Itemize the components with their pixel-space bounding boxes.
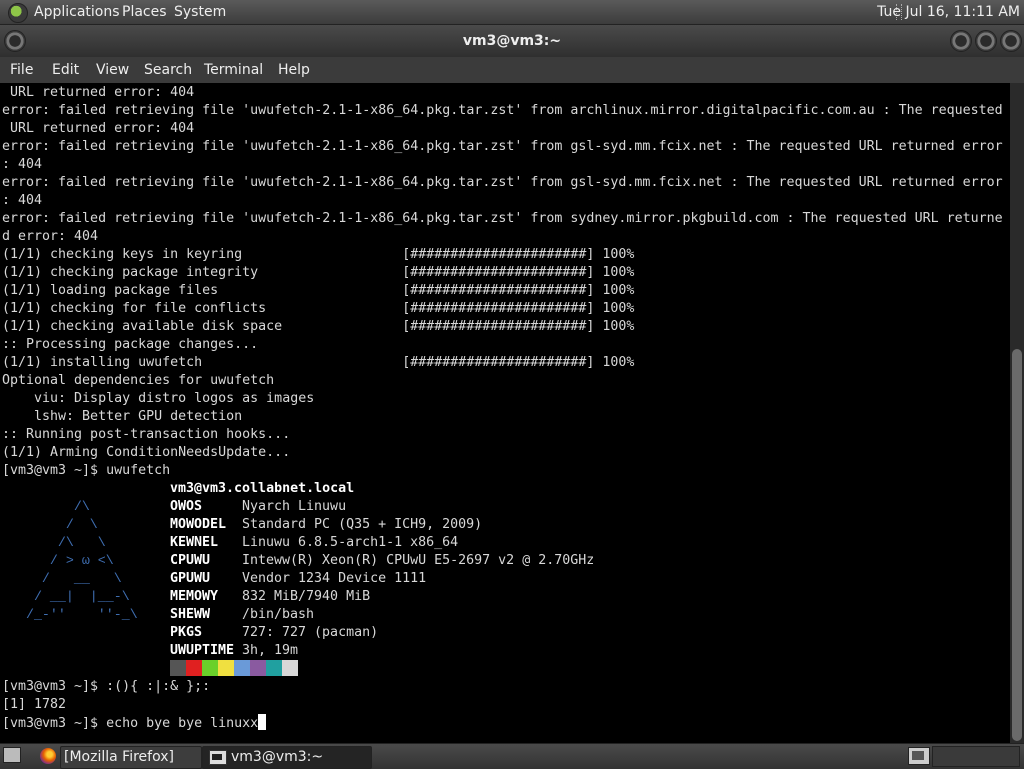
fetch-key: OWOS [170,499,203,514]
firefox-icon[interactable] [40,748,56,764]
fetch-key: GPUWU [170,571,211,586]
fetch-row: MEMOWY 832 MiB/7940 MiB [170,588,370,606]
terminal-line: (1/1) installing uwufetch [#############… [2,355,635,370]
fetch-key: MEMOWY [170,589,219,604]
fetch-row: CPUWU Inteww(R) Xeon(R) CPUwU E5-2697 v2 … [170,552,594,570]
terminal-line: (1/1) checking available disk space [###… [2,319,635,334]
terminal-line: d error: 404 [2,229,99,244]
terminal-menubar: File Edit View Search Terminal Help [0,57,1024,83]
workspace-switcher[interactable] [932,746,1020,767]
text-cursor [258,714,267,730]
terminal-line: (1/1) loading package files [###########… [2,283,635,298]
scrollbar-thumb[interactable] [1012,349,1022,741]
fetch-row: OWOS Nyarch Linuwu [170,498,346,516]
fetch-key: SHEWW [170,607,211,622]
terminal-line: (1/1) checking package integrity [######… [2,265,635,280]
terminal-line: viu: Display distro logos as images [2,391,315,406]
terminal-prompt-line[interactable]: [vm3@vm3 ~]$ echo bye bye linuxx [2,714,267,732]
task-label: vm3@vm3:~ [231,749,324,765]
terminal-after-lines: [vm3@vm3 ~]$ :(){ :|:& };: [1] 1782 [vm3… [2,678,267,732]
terminal-line: (1/1) checking for file conflicts [#####… [2,301,635,316]
prompt-text: [vm3@vm3 ~]$ echo bye bye linuxx [2,716,259,731]
fetch-key: MOWODEL [170,517,227,532]
menu-edit[interactable]: Edit [52,62,79,78]
fetch-header: vm3@vm3.collabnet.local [170,481,355,496]
terminal-line: : 404 [2,157,43,172]
palette-swatch [234,660,250,676]
fetch-key: KEWNEL [170,535,219,550]
palette-swatch [282,660,298,676]
terminal-line: (1/1) checking keys in keyring [########… [2,247,635,262]
bottom-panel: [Mozilla Firefox] vm3@vm3:~ [0,743,1024,769]
fetch-row: SHEWW/bin/bash [170,606,314,624]
fetch-key: CPUWU [170,553,211,568]
terminal-line: Optional dependencies for uwufetch [2,373,275,388]
terminal-line: :: Processing package changes... [2,337,259,352]
fetch-value: Nyarch Linuwu [242,499,347,514]
ascii-logo: /\ / \ /\ \ / > ω <\ / __ \ / __| |__-\ … [25,499,138,622]
palette-swatch [170,660,186,676]
terminal-line: error: failed retrieving file 'uwufetch-… [2,103,1003,118]
window-titlebar[interactable]: vm3@vm3:~ [0,25,1024,57]
fetch-value: Vendor 1234 Device 1111 [242,571,427,586]
fetch-row: UWUPTIME 3h, 19m [170,642,298,660]
palette-swatch [250,660,266,676]
minimize-icon[interactable] [950,30,972,52]
window-title: vm3@vm3:~ [462,33,562,49]
fetch-key: UWUPTIME [170,643,235,658]
show-desktop-icon[interactable] [3,747,21,763]
maximize-icon[interactable] [975,30,997,52]
terminal-output[interactable]: URL returned error: 404 error: failed ret… [0,83,1010,743]
menu-view[interactable]: View [96,62,129,78]
top-panel: Applications Places System Tue Jul 16, 1… [0,0,1024,25]
fetch-row: KEWNEL Linuwu 6.8.5-arch1-1 x86_64 [170,534,458,552]
task-firefox[interactable]: [Mozilla Firefox] [60,746,202,769]
terminal-line: (1/1) Arming ConditionNeedsUpdate... [2,445,291,460]
fetch-value: Standard PC (Q35 + ICH9, 2009) [242,517,483,532]
task-label: [Mozilla Firefox] [64,749,174,765]
terminal-line: : 404 [2,193,43,208]
fetch-key: PKGS [170,625,203,640]
fetch-row: MOWODEL Standard PC (Q35 + ICH9, 2009) [170,516,482,534]
terminal-line: error: failed retrieving file 'uwufetch-… [2,175,1003,190]
fetch-row: PKGS 727: 727 (pacman) [170,624,378,642]
fetch-value: Inteww(R) Xeon(R) CPUwU E5-2697 v2 @ 2.7… [242,553,595,568]
fetch-value: 3h, 19m [242,643,299,658]
menu-search[interactable]: Search [144,62,192,78]
terminal-line: lshw: Better GPU detection [2,409,243,424]
distro-logo-icon[interactable] [8,3,28,23]
fetch-row: GPUWU Vendor 1234 Device 1111 [170,570,426,588]
terminal-lines: URL returned error: 404 error: failed ret… [2,84,1003,480]
menu-help[interactable]: Help [278,62,310,78]
menu-applications[interactable]: Applications [34,4,120,20]
palette-swatch [202,660,218,676]
menu-places[interactable]: Places [122,4,167,20]
terminal-scrollbar[interactable] [1010,83,1024,743]
close-icon[interactable] [1000,30,1022,52]
color-palette [170,660,298,676]
terminal-line: [vm3@vm3 ~]$ :(){ :|:& };: [2,679,211,694]
terminal-line: [vm3@vm3 ~]$ uwufetch [2,463,171,478]
workspace-icon[interactable] [908,747,930,765]
fetch-value: 727: 727 (pacman) [242,625,379,640]
terminal-line: URL returned error: 404 [2,85,195,100]
terminal-icon [209,750,227,765]
menu-file[interactable]: File [10,62,33,78]
terminal-line: [1] 1782 [2,697,67,712]
menu-terminal[interactable]: Terminal [204,62,263,78]
palette-swatch [218,660,234,676]
fetch-value: 832 MiB/7940 MiB [242,589,371,604]
palette-swatch [186,660,202,676]
terminal-line: error: failed retrieving file 'uwufetch-… [2,211,1003,226]
terminal-line: :: Running post-transaction hooks... [2,427,291,442]
terminal-line: URL returned error: 404 [2,121,195,136]
fetch-value: Linuwu 6.8.5-arch1-1 x86_64 [242,535,459,550]
clock[interactable]: Tue Jul 16, 11:11 AM [877,4,1020,20]
palette-swatch [266,660,282,676]
task-terminal[interactable]: vm3@vm3:~ [202,746,372,769]
terminal-line: error: failed retrieving file 'uwufetch-… [2,139,1003,154]
fetch-value: /bin/bash [242,607,315,622]
menu-system[interactable]: System [174,4,226,20]
